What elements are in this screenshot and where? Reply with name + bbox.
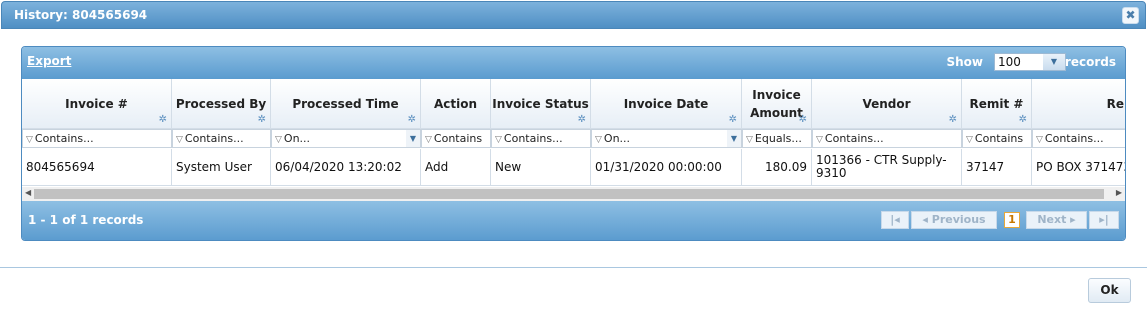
filter-vendor[interactable]: ▽ Contains... <box>812 129 962 148</box>
filter-remit[interactable]: ▽ Contains... <box>1032 129 1125 148</box>
history-dialog: History: 804565694 ✖ Export Show 100 ▼ r… <box>0 0 1147 310</box>
column-header-invoice-number[interactable]: Invoice # ✲ <box>22 79 172 129</box>
scrollbar-thumb[interactable] <box>34 189 1104 199</box>
column-menu-icon[interactable]: ✲ <box>258 115 266 125</box>
filter-icon[interactable]: ▽ <box>275 135 282 145</box>
cell-invoice-status: New <box>491 149 591 186</box>
column-header-processed-by[interactable]: Processed By ✲ <box>172 79 271 129</box>
dialog-divider <box>0 267 1147 268</box>
next-button[interactable]: Next ▸ <box>1026 211 1087 229</box>
filter-invoice-amount[interactable]: ▽ Equals... <box>742 129 812 148</box>
grid-toolbar: Export Show 100 ▼ records <box>22 47 1125 79</box>
cell-processed-time: 06/04/2020 13:20:02 <box>271 149 421 186</box>
filter-processed-by[interactable]: ▽ Contains... <box>172 129 271 148</box>
column-header-remit[interactable]: Remit <box>1032 79 1125 129</box>
column-header-invoice-date[interactable]: Invoice Date ✲ <box>591 79 742 129</box>
first-page-icon[interactable]: |◂ <box>881 211 909 229</box>
scroll-right-icon[interactable]: ▶ <box>1116 188 1122 197</box>
cell-action: Add <box>421 149 491 186</box>
horizontal-scrollbar[interactable]: ◀ ▶ <box>22 187 1125 201</box>
filter-icon[interactable]: ▽ <box>595 135 602 145</box>
filter-invoice-number[interactable]: ▽ Contains... <box>22 129 172 148</box>
filter-row: ▽ Contains... ▽ Contains... ▽ On... ▼ ▽ Conta… <box>22 129 1125 148</box>
scroll-left-icon[interactable]: ◀ <box>25 188 31 197</box>
column-menu-icon[interactable]: ✲ <box>408 115 416 125</box>
page-size-value: 100 <box>998 55 1021 69</box>
filter-icon[interactable]: ▽ <box>425 135 432 145</box>
column-header-invoice-status[interactable]: Invoice Status ✲ <box>491 79 591 129</box>
filter-icon[interactable]: ▽ <box>26 135 33 145</box>
close-icon[interactable]: ✖ <box>1122 7 1139 24</box>
dialog-titlebar[interactable]: History: 804565694 ✖ <box>1 1 1146 29</box>
table-row[interactable]: 804565694 System User 06/04/2020 13:20:0… <box>22 149 1125 186</box>
last-page-icon[interactable]: ▸| <box>1089 211 1119 229</box>
column-menu-icon[interactable]: ✲ <box>1019 115 1027 125</box>
previous-button[interactable]: ◂ Previous <box>911 211 997 229</box>
column-header-remit-number[interactable]: Remit # ✲ <box>962 79 1032 129</box>
record-count: 1 - 1 of 1 records <box>28 213 144 227</box>
column-menu-icon[interactable]: ✲ <box>949 115 957 125</box>
cell-invoice-date: 01/31/2020 00:00:00 <box>591 149 742 186</box>
filter-invoice-date[interactable]: ▽ On... ▼ <box>591 129 742 148</box>
cell-remit-number: 37147 <box>962 149 1032 186</box>
column-header-vendor[interactable]: Vendor ✲ <box>812 79 962 129</box>
filter-remit-number[interactable]: ▽ Contains <box>962 129 1032 148</box>
filter-icon[interactable]: ▽ <box>746 135 753 145</box>
current-page[interactable]: 1 <box>1004 212 1020 228</box>
column-header-action[interactable]: Action <box>421 79 491 129</box>
column-menu-icon[interactable]: ✲ <box>159 115 167 125</box>
ok-button[interactable]: Ok <box>1088 278 1131 303</box>
cell-invoice-number: 804565694 <box>22 149 172 186</box>
history-grid: Export Show 100 ▼ records Invoice # ✲ Pro… <box>21 46 1126 241</box>
dialog-title: History: 804565694 <box>14 8 148 22</box>
cell-processed-by: System User <box>172 149 271 186</box>
cell-vendor: 101366 - CTR Supply-9310 <box>812 149 962 186</box>
column-menu-icon[interactable]: ✲ <box>578 115 586 125</box>
page-size-select[interactable]: 100 ▼ <box>994 53 1066 71</box>
header-row: Invoice # ✲ Processed By ✲ Processed Time ✲… <box>22 79 1125 129</box>
cell-invoice-amount: 180.09 <box>742 149 812 186</box>
filter-icon[interactable]: ▽ <box>816 135 823 145</box>
column-header-processed-time[interactable]: Processed Time ✲ <box>271 79 421 129</box>
filter-icon[interactable]: ▽ <box>1036 135 1043 145</box>
column-menu-icon[interactable]: ✲ <box>799 115 807 125</box>
filter-icon[interactable]: ▽ <box>495 135 502 145</box>
chevron-down-icon[interactable]: ▼ <box>1043 54 1065 70</box>
filter-icon[interactable]: ▽ <box>966 135 973 145</box>
export-link[interactable]: Export <box>27 54 71 68</box>
cell-remit: PO BOX 371473,PITTSB <box>1032 149 1125 186</box>
filter-action[interactable]: ▽ Contains <box>421 129 491 148</box>
show-label: Show <box>946 55 983 69</box>
column-header-invoice-amount[interactable]: Invoice Amount ✲ <box>742 79 812 129</box>
column-menu-icon[interactable]: ✲ <box>729 115 737 125</box>
filter-icon[interactable]: ▽ <box>176 135 183 145</box>
filter-processed-time[interactable]: ▽ On... ▼ <box>271 129 421 148</box>
chevron-down-icon[interactable]: ▼ <box>406 130 420 147</box>
grid-footer: 1 - 1 of 1 records |◂ ◂ Previous 1 Next … <box>22 201 1125 240</box>
grid-table: Invoice # ✲ Processed By ✲ Processed Time ✲… <box>22 79 1125 187</box>
chevron-down-icon[interactable]: ▼ <box>727 130 741 147</box>
records-label: records <box>1064 55 1116 69</box>
filter-invoice-status[interactable]: ▽ Contains... <box>491 129 591 148</box>
